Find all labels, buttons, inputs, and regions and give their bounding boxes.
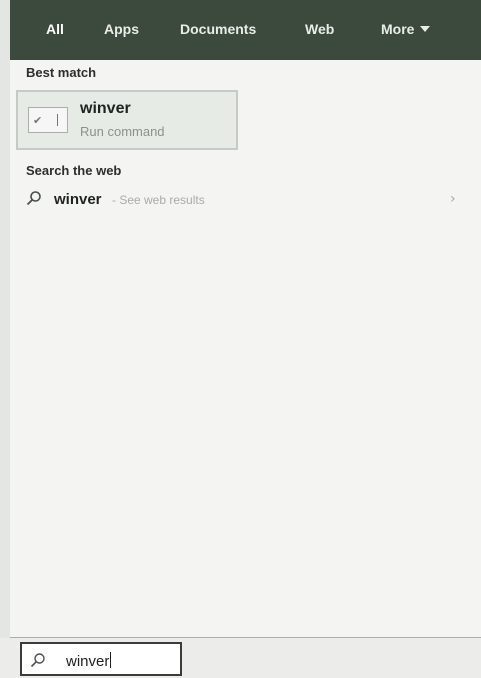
best-match-heading: Best match	[26, 65, 97, 80]
search-web-heading: Search the web	[26, 163, 122, 178]
chevron-right-icon: ›	[450, 191, 456, 207]
web-search-result[interactable]: winver - See web results ›	[10, 182, 481, 216]
search-query: winver	[66, 652, 112, 670]
search-query-text: winver	[66, 653, 110, 670]
search-icon	[26, 191, 41, 206]
search-icon	[30, 653, 45, 668]
window-edge	[0, 0, 10, 678]
search-results-panel: All Apps Documents Web More Best match ✔…	[10, 0, 481, 638]
tab-all[interactable]: All	[46, 21, 64, 37]
tab-apps[interactable]: Apps	[104, 21, 139, 37]
search-input[interactable]: winver	[20, 642, 182, 676]
start-menu-window: All Apps Documents Web More Best match ✔…	[0, 0, 481, 678]
best-match-subtitle: Run command	[80, 124, 165, 139]
filter-tab-bar: All Apps Documents Web More	[10, 0, 481, 60]
best-match-item[interactable]: ✔ winver Run command	[16, 90, 238, 150]
run-command-icon: ✔	[28, 107, 68, 133]
web-search-term: winver	[54, 191, 102, 208]
tab-web[interactable]: Web	[305, 21, 334, 37]
text-cursor	[110, 652, 112, 668]
best-match-title: winver	[80, 100, 131, 117]
taskbar: winver	[0, 638, 481, 678]
chevron-down-icon	[420, 26, 431, 32]
web-search-hint: - See web results	[112, 193, 205, 207]
tab-more-label: More	[381, 21, 415, 37]
tab-more[interactable]: More	[381, 21, 431, 37]
tab-documents[interactable]: Documents	[180, 21, 256, 37]
